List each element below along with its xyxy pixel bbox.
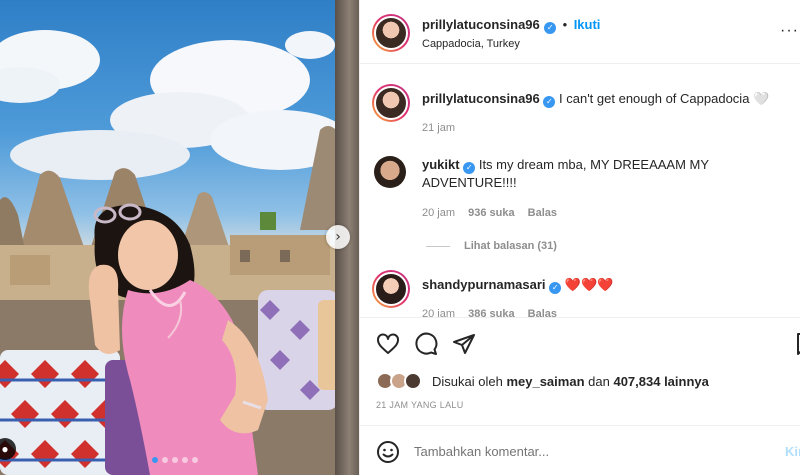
caption-time[interactable]: 21 jam xyxy=(422,122,455,134)
separator-dot: • xyxy=(562,17,568,32)
likes-summary: Disukai oleh mey_saiman dan 407,834 lain… xyxy=(376,372,709,390)
action-bar xyxy=(360,318,800,368)
comment-text: ❤️❤️❤️ xyxy=(564,278,614,293)
carousel-dot-active xyxy=(152,457,158,463)
comments-list: prillylatuconsina96 ✓ I can't get enough… xyxy=(360,64,800,318)
more-horizontal-icon[interactable]: ··· xyxy=(780,22,799,40)
chevron-right-icon[interactable]: › xyxy=(326,225,350,249)
view-replies-button[interactable]: Lihat balasan (31) xyxy=(426,240,557,252)
post-header: prillylatuconsina96 ✓ • Ikuti Cappadocia… xyxy=(360,0,800,64)
photo-illustration xyxy=(0,30,359,475)
view-replies-label: Lihat balasan (31) xyxy=(464,240,557,252)
likes-connector: dan xyxy=(588,373,610,389)
comment-meta: 20 jam 936 suka Balas xyxy=(422,207,557,219)
carousel-dot xyxy=(192,457,198,463)
carousel-indicator xyxy=(152,457,198,463)
commenter-avatar[interactable] xyxy=(374,156,406,188)
carousel-dot xyxy=(182,457,188,463)
liker-username[interactable]: mey_saiman xyxy=(506,374,584,389)
carousel-dot xyxy=(172,457,178,463)
comment-username[interactable]: yukikt xyxy=(422,157,460,172)
comment-input[interactable] xyxy=(414,444,734,459)
comment-icon[interactable] xyxy=(414,332,438,356)
verified-icon: ✓ xyxy=(543,96,556,108)
post-timestamp[interactable]: 21 JAM YANG LALU xyxy=(376,400,464,410)
caption: prillylatuconsina96 ✓ I can't get enough… xyxy=(422,90,782,108)
commenter-avatar[interactable] xyxy=(372,270,410,308)
comment-item: yukikt ✓ Its my dream mba, MY DREEAAAM M… xyxy=(422,156,782,192)
replies-divider xyxy=(426,245,450,247)
comment-likes[interactable]: 386 suka xyxy=(468,308,514,317)
verified-icon: ✓ xyxy=(463,162,476,174)
comment-time[interactable]: 20 jam xyxy=(422,207,455,219)
likes-prefix: Disukai oleh xyxy=(432,373,503,389)
liker-avatar[interactable] xyxy=(404,372,422,390)
share-icon[interactable] xyxy=(452,332,476,356)
comment-username[interactable]: shandypurnamasari xyxy=(422,277,546,292)
comment-meta: 20 jam 386 suka Balas xyxy=(422,308,557,317)
author-avatar[interactable] xyxy=(372,84,410,122)
post-details-panel: prillylatuconsina96 ✓ • Ikuti Cappadocia… xyxy=(359,0,800,475)
comment-likes[interactable]: 936 suka xyxy=(468,207,514,219)
comment-composer: Kirim xyxy=(360,425,800,475)
emoji-icon[interactable] xyxy=(376,440,400,464)
author-avatar[interactable] xyxy=(372,14,410,52)
carousel-dot xyxy=(162,457,168,463)
reply-button[interactable]: Balas xyxy=(528,308,557,317)
post-comment-button[interactable]: Kirim xyxy=(785,444,800,459)
follow-button[interactable]: Ikuti xyxy=(574,17,601,32)
caption-text: I can't get enough of Cappadocia 🤍 xyxy=(559,91,770,106)
reply-button[interactable]: Balas xyxy=(528,207,557,219)
verified-icon: ✓ xyxy=(549,282,562,294)
bookmark-icon[interactable] xyxy=(796,332,800,356)
post-photo[interactable]: › ● xyxy=(0,0,359,475)
comment-time[interactable]: 20 jam xyxy=(422,308,455,317)
location-link[interactable]: Cappadocia, Turkey xyxy=(422,38,520,50)
likes-count[interactable]: 407,834 lainnya xyxy=(613,374,708,389)
comment-item: shandypurnamasari ✓ ❤️❤️❤️ xyxy=(422,276,782,295)
caption-username[interactable]: prillylatuconsina96 xyxy=(422,91,540,106)
verified-icon: ✓ xyxy=(544,22,557,34)
heart-icon[interactable] xyxy=(376,332,400,356)
author-username[interactable]: prillylatuconsina96 xyxy=(422,17,540,32)
